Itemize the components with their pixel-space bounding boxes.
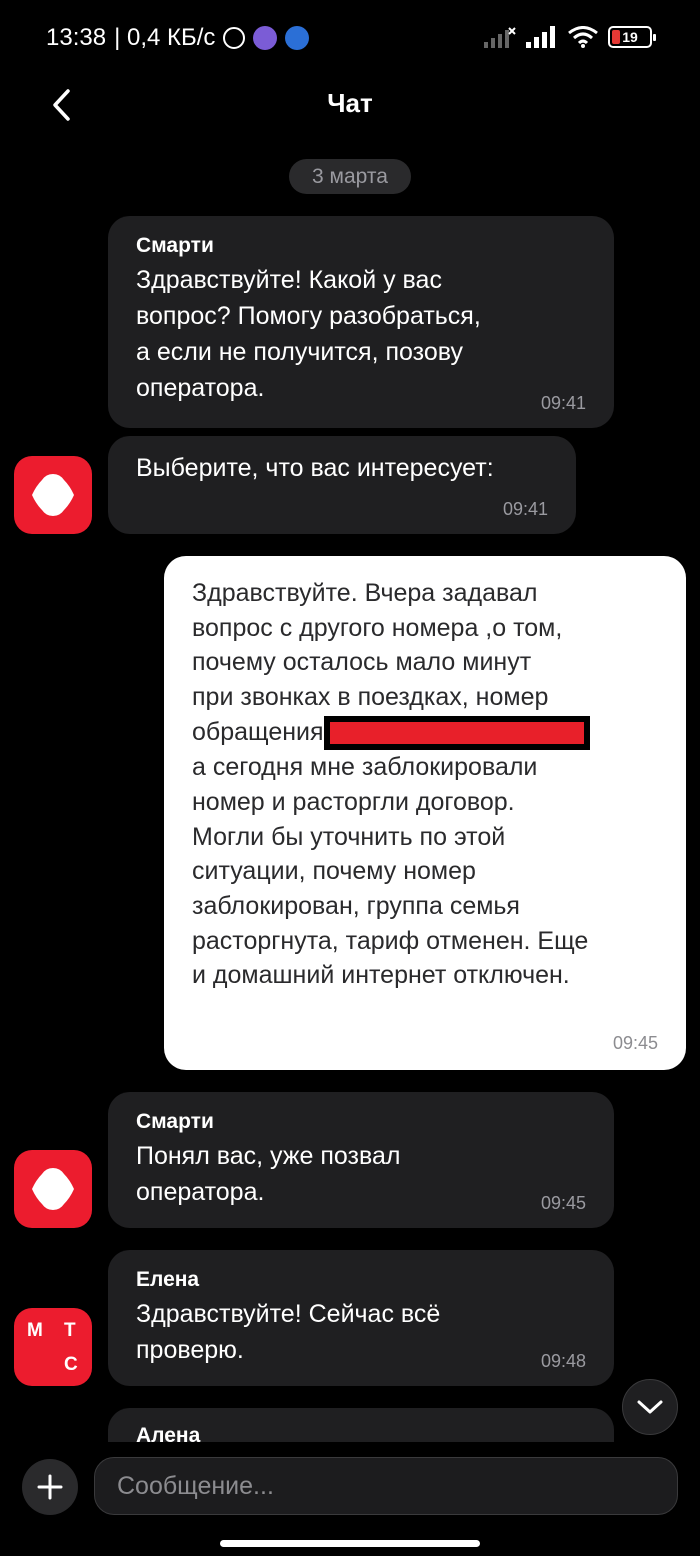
message-line: почему осталось мало минут (192, 648, 532, 677)
message-sender: Алена (136, 1424, 201, 1442)
message-bubble[interactable]: Выберите, что вас интересует: 09:41 (108, 436, 576, 534)
home-indicator[interactable] (220, 1540, 480, 1547)
avatar-smarti[interactable] (14, 456, 92, 534)
message-line: Здравствуйте! Какой у вас (136, 266, 442, 294)
message-sender: Смарти (136, 234, 214, 257)
message-line: при звонках в поездках, номер (192, 683, 549, 712)
status-left: 13:38 | 0,4 КБ/с (46, 24, 310, 52)
date-separator: 3 марта (289, 159, 411, 194)
smarti-logo-icon (32, 474, 74, 516)
message-line: а если не получится, позову (136, 338, 463, 366)
message-line: Здравствуйте! Сейчас всё (136, 1300, 441, 1328)
message-time: 09:41 (540, 393, 586, 413)
message-text: Выберите, что вас интересует: (136, 450, 548, 486)
mts-letter: Т (64, 1320, 76, 1341)
message-line-with-redaction: обращения (192, 715, 658, 751)
message-line: Могли бы уточнить по этой (192, 822, 506, 851)
message-bubble[interactable]: Елена Здравствуйте! Сейчас всё проверю. … (108, 1250, 614, 1386)
message-bubble[interactable]: Алена (108, 1408, 614, 1442)
message-line: расторгнута, тариф отменен. Еще (192, 926, 589, 955)
battery-icon: 19 (608, 26, 656, 48)
message-text: Здравствуйте! Какой у вас вопрос? Помогу… (136, 262, 586, 406)
message-text: Здравствуйте! Сейчас всё проверю. (136, 1296, 586, 1368)
message-line: оператора. (136, 1178, 265, 1206)
message-line: ситуации, почему номер (192, 857, 476, 886)
chat-header: Чат (0, 78, 700, 134)
wifi-icon (568, 26, 598, 48)
message-line: номер и расторгли договор. (192, 787, 515, 816)
message-time: 09:48 (540, 1351, 586, 1371)
status-time: 13:38 (46, 24, 107, 51)
message-line: вопрос с другого номера ,о том, (192, 613, 563, 642)
message-line: и домашний интернет отключен. (192, 961, 570, 990)
message-line: Выберите, что вас интересует: (136, 454, 494, 482)
scroll-down-button[interactable] (622, 1379, 678, 1435)
status-bar: 13:38 | 0,4 КБ/с 19 (0, 0, 700, 78)
signal-sim2-icon (484, 27, 516, 48)
outgoing-message-bubble[interactable]: Здравствуйте. Вчера задавал вопрос с дру… (164, 556, 686, 1070)
plus-icon (37, 1474, 63, 1500)
message-time: 09:45 (612, 1033, 658, 1053)
message-text: Понял вас, уже позвал оператора. (136, 1138, 586, 1210)
notification-app-icon (285, 26, 310, 50)
message-time: 09:41 (502, 499, 548, 519)
message-line: оператора. (136, 374, 265, 402)
avatar-operator-mts[interactable]: М Т С (14, 1308, 92, 1386)
smarti-logo-icon (32, 1168, 74, 1210)
avatar-smarti[interactable] (14, 1150, 92, 1228)
viber-icon (253, 26, 278, 50)
message-bubble[interactable]: Смарти Понял вас, уже позвал оператора. … (108, 1092, 614, 1228)
message-line: обращения (192, 717, 324, 746)
message-line: проверю. (136, 1336, 244, 1364)
mts-letter: С (64, 1354, 78, 1375)
mts-letter: М (27, 1320, 43, 1341)
message-sender: Елена (136, 1268, 200, 1291)
alarm-icon (223, 27, 246, 49)
message-input-bar (0, 1442, 700, 1556)
mts-logo: М Т С (14, 1308, 92, 1386)
message-line: заблокирован, группа семья (192, 892, 520, 921)
message-line: вопрос? Помогу разобраться, (136, 302, 481, 330)
chevron-down-icon (637, 1400, 663, 1414)
status-speed: | 0,4 КБ/с (114, 24, 216, 51)
message-time: 09:45 (540, 1193, 586, 1213)
message-bubble[interactable]: Смарти Здравствуйте! Какой у вас вопрос?… (108, 216, 614, 428)
page-title: Чат (327, 88, 373, 118)
message-line: Понял вас, уже позвал (136, 1142, 401, 1170)
status-right: 19 (484, 26, 656, 48)
attach-button[interactable] (22, 1459, 78, 1515)
redacted-number (323, 716, 590, 751)
message-text: Здравствуйте. Вчера задавал вопрос с дру… (192, 576, 658, 993)
message-sender: Смарти (136, 1110, 214, 1133)
message-input[interactable] (94, 1457, 678, 1515)
signal-sim1-icon (526, 26, 555, 48)
message-line: Здравствуйте. Вчера задавал (192, 579, 538, 607)
message-line: а сегодня мне заблокировали (192, 753, 538, 782)
battery-level: 19 (622, 29, 638, 45)
